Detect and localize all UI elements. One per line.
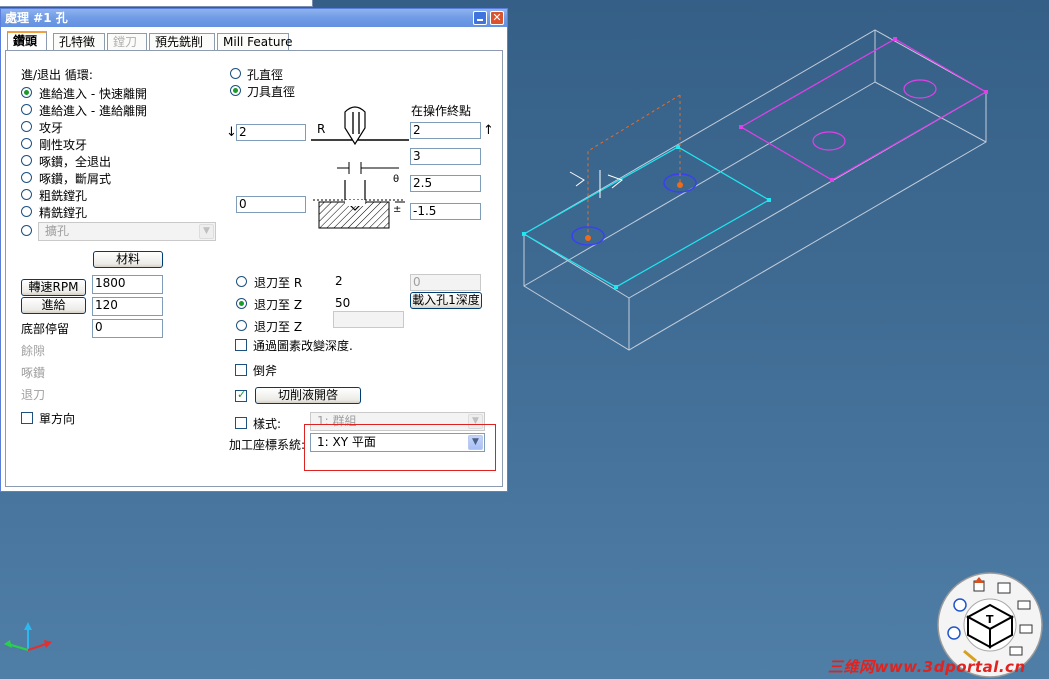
radio-cycle-custom[interactable] [21,225,32,236]
retract-r-value: 2 [335,274,343,288]
style-label: 樣式: [253,417,282,431]
radio-retract-z[interactable] [236,298,247,309]
tab-mill-feature[interactable]: Mill Feature [217,33,293,50]
tab-drill[interactable]: 鑽頭 [7,31,47,51]
cycle-option-label: 啄鑽，全退出 [39,155,112,169]
endpoint-label: 在操作終點 [411,104,472,118]
custom-cycle-value: 擴孔 [45,224,70,238]
change-depth-checkbox[interactable] [235,339,247,351]
pan-icon [953,598,967,612]
retract-amount-label: 退刀 [21,388,46,402]
cad-viewport[interactable] [512,20,1042,360]
cycle-option-label: 粗銑鏜孔 [39,189,88,203]
arrow-up-icon: ↑ [483,123,494,138]
close-button[interactable]: ✕ [490,11,504,25]
end-value-2-input[interactable]: 3 [410,148,481,165]
radio-cycle-0[interactable] [21,87,32,98]
radio-cycle-2[interactable] [21,121,32,132]
retract-z-value: 50 [335,296,351,310]
magenta-corner-markers [739,37,988,182]
axis-triad-icon [4,622,52,651]
iso-view-icon [1009,646,1023,656]
chamfer-label: 倒斧 [253,364,278,378]
end-value-4-input[interactable]: -1.5 [410,203,481,220]
hole-process-dialog: 處理 #1 孔 ✕ 鑽頭 孔特徵 鏜刀 預先銑削 Mill Feature 進/… [0,8,508,492]
dialog-title: 處理 #1 孔 [1,9,507,27]
r-height-input[interactable]: 2 [236,124,306,141]
drill-diagram: θ ± [311,106,409,229]
top-view-icon [997,582,1011,594]
dwell-label: 底部停留 [21,322,70,336]
radio-cycle-4[interactable] [21,155,32,166]
rpm-button[interactable]: 轉速RPM [21,279,86,296]
rpm-input[interactable]: 1800 [92,275,163,294]
retract-z2-input[interactable] [333,311,404,328]
cycle-option-label: 攻牙 [39,121,64,135]
minimize-button[interactable] [473,11,487,25]
svg-text:±: ± [393,204,401,215]
right-view-icon [1017,600,1031,610]
cycle-option-label: 剛性攻牙 [39,138,88,152]
coolant-checkbox[interactable] [235,388,247,402]
tab-pre-mill[interactable]: 預先銑削 [149,33,215,50]
tab-hole-feature[interactable]: 孔特徵 [53,33,105,50]
cycle-heading: 進/退出 循環: [21,68,93,82]
chevron-down-icon: ▼ [199,224,214,239]
one-way-checkbox[interactable] [21,412,33,424]
tool-diameter-label: 刀具直徑 [247,85,296,99]
cyan-corner-markers [522,145,771,289]
retract-z2-label: 退刀至 Z [254,320,303,334]
coord-system-label: 加工座標系統: [229,438,306,452]
cycle-option-label: 進給進入 - 快速離開 [39,87,147,101]
load-hole-depth-button[interactable]: 載入孔1深度 [410,292,482,309]
background-window-strip [0,0,313,7]
radio-tool-diameter[interactable] [230,85,241,96]
peck-label: 啄鑽 [21,366,46,380]
stock-box-outline [523,29,987,351]
custom-cycle-select[interactable]: 擴孔 ▼ [38,222,216,241]
hole-diameter-label: 孔直徑 [247,68,284,82]
cycle-option-label: 進給進入 - 進給離開 [39,104,147,118]
radio-cycle-7[interactable] [21,206,32,217]
radio-cycle-3[interactable] [21,138,32,149]
change-depth-label: 通過圖素改變深度. [253,339,353,353]
magenta-face-selection [739,38,988,181]
radio-cycle-5[interactable] [21,172,32,183]
chamfer-checkbox[interactable] [235,364,247,376]
theta-label: θ [393,174,399,185]
dwell-input[interactable]: 0 [92,319,163,338]
orbit-icon [947,626,961,640]
cycle-option-label: 精銑鏜孔 [39,206,88,220]
cycle-option-label: 啄鑽，斷屑式 [39,172,112,186]
retract-r-label: 退刀至 R [254,276,303,290]
clearance-label: 餘隙 [21,344,46,358]
feed-input[interactable]: 120 [92,297,163,316]
material-button[interactable]: 材料 [93,251,163,268]
retract-z-label: 退刀至 Z [254,298,303,312]
depth-top-input[interactable]: 0 [236,196,306,213]
highlight-box [304,424,496,471]
watermark-text: 三维网www.3dportal.cn [828,658,1026,676]
radio-retract-r[interactable] [236,276,247,287]
end-value-1-input[interactable]: 2 [410,122,481,139]
hole-markers [571,173,697,246]
toolpath-lines [587,94,681,238]
cyan-face-selection [522,146,771,288]
radio-cycle-6[interactable] [21,189,32,200]
style-checkbox[interactable] [235,417,247,429]
radio-cycle-1[interactable] [21,104,32,115]
one-way-label: 單方向 [39,412,76,426]
coolant-button[interactable]: 切削液開啓 [255,387,361,404]
radio-retract-z-2[interactable] [236,320,247,331]
end-value-3-input[interactable]: 2.5 [410,175,481,192]
drill-tool-icon [344,106,366,146]
radio-hole-diameter[interactable] [230,68,241,79]
cube-face-label: T [986,613,994,626]
front-view-icon [1019,624,1033,634]
feed-button[interactable]: 進給 [21,297,86,314]
tab-boring[interactable]: 鏜刀 [107,33,147,50]
retract-side-input[interactable]: 0 [410,274,481,291]
